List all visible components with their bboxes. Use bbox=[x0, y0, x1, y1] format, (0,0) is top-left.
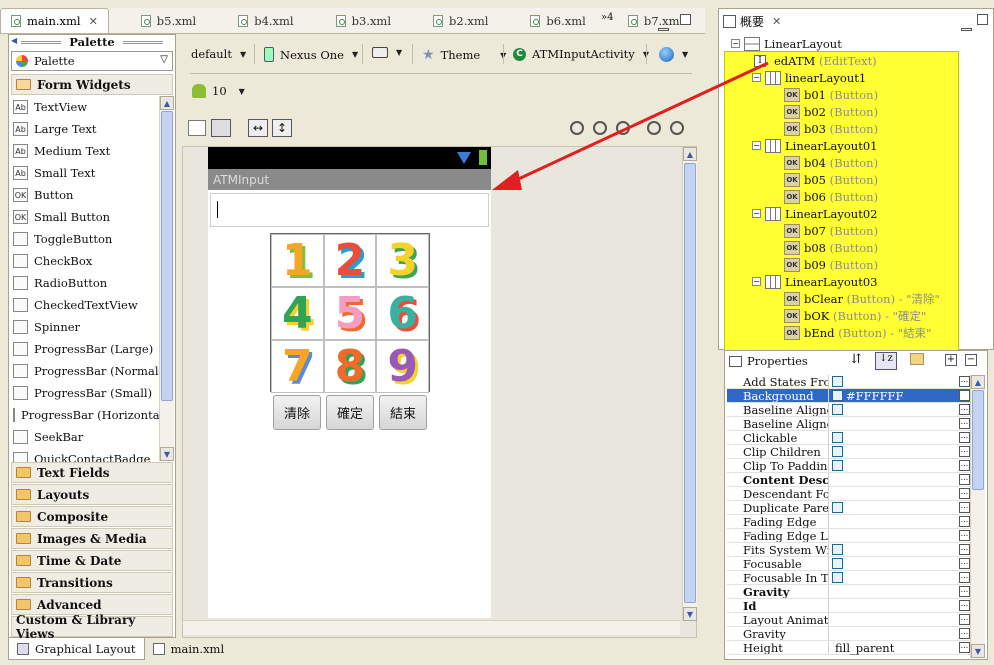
annotation-arrow bbox=[492, 61, 769, 190]
